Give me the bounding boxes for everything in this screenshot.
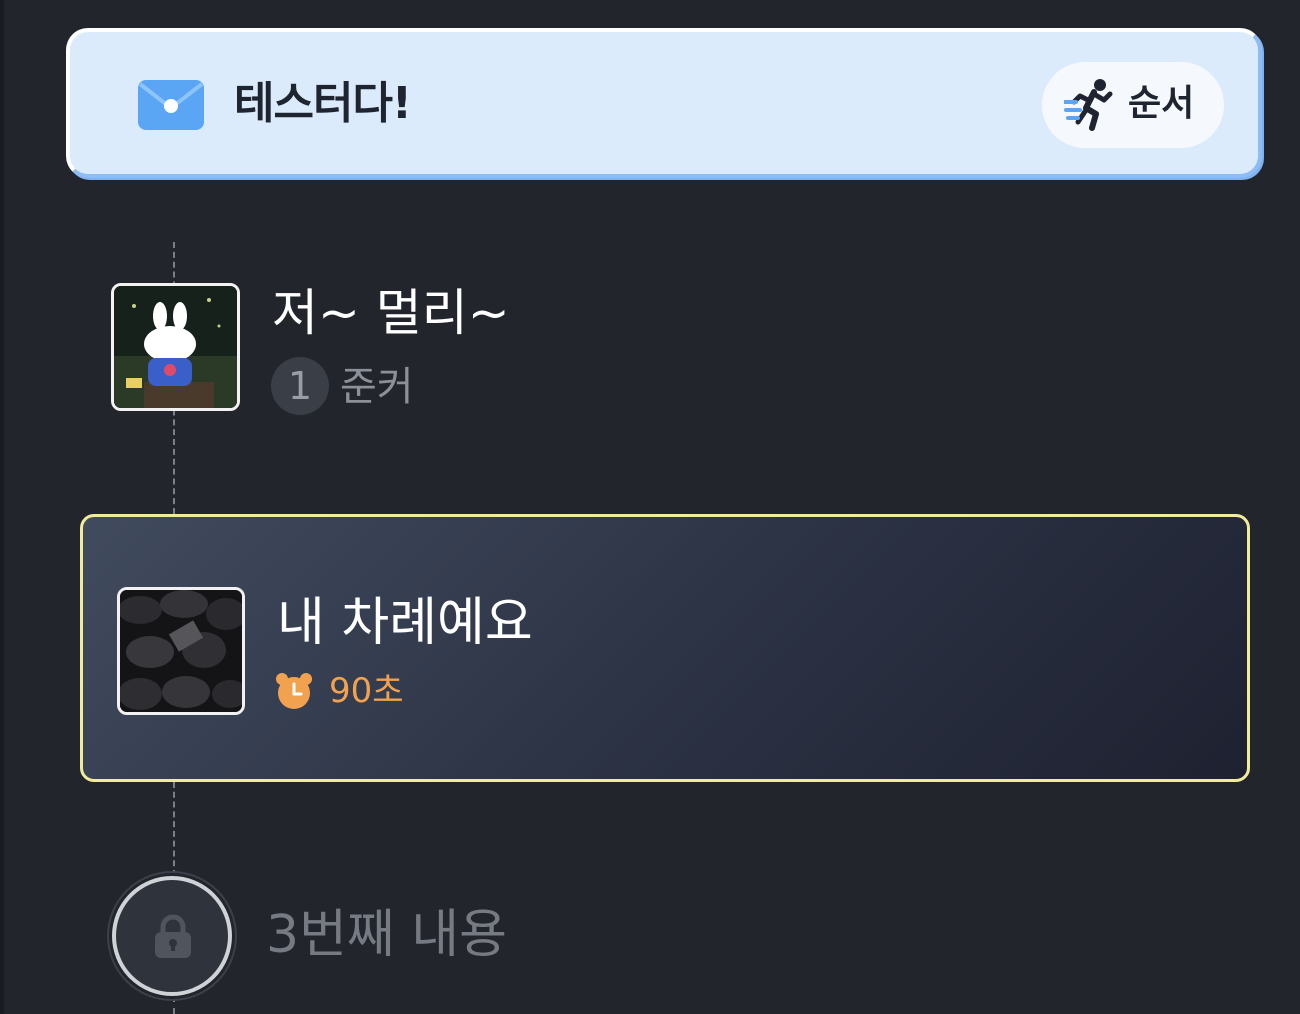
order-button-label: 순서 <box>1128 83 1195 124</box>
item-title: 3번째 내용 <box>266 905 507 965</box>
item-title: 저~ 멀리~ <box>272 284 510 342</box>
item-title: 내 차례예요 <box>277 593 533 653</box>
order-number-badge: 1 <box>271 357 329 415</box>
left-edge-divider <box>0 0 4 1014</box>
item-thumbnail[interactable] <box>117 587 245 715</box>
header-title: 테스터다! <box>234 78 412 129</box>
item-thumbnail[interactable] <box>111 283 240 411</box>
active-item-card[interactable]: 내 차례예요 90초 <box>80 514 1250 782</box>
locked-item-badge <box>112 876 232 996</box>
timer-text: 90초 <box>329 671 404 711</box>
alarm-clock-icon <box>275 672 313 710</box>
timeline-connector <box>173 996 175 1014</box>
timeline-page: 테스터다! 순서 저~ 멀리~ 1 준커 내 차례예요 90초 3번째 내용 <box>0 0 1300 1014</box>
order-button[interactable]: 순서 <box>1042 62 1224 148</box>
item-author: 준커 <box>340 364 414 410</box>
header-card: 테스터다! 순서 <box>66 28 1262 178</box>
lock-icon <box>153 914 193 958</box>
mail-icon <box>138 80 204 130</box>
timeline-connector <box>173 782 175 876</box>
running-person-icon <box>1062 78 1114 132</box>
